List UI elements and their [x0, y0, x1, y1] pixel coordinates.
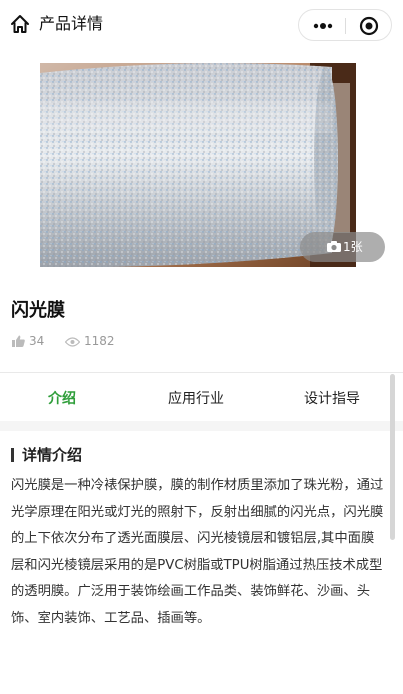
top-nav-bar: 产品详情 [0, 0, 403, 50]
scrollbar[interactable] [390, 374, 395, 540]
thumbs-up-icon [12, 335, 25, 347]
tab-design-guide[interactable]: 设计指导 [304, 389, 360, 409]
tab-industry[interactable]: 应用行业 [168, 389, 224, 409]
mini-program-capsule [298, 9, 392, 41]
tabs-divider [0, 372, 403, 373]
close-target-icon[interactable] [359, 16, 379, 36]
more-icon[interactable] [311, 18, 335, 34]
detail-description: 闪光膜是一种冷裱保护膜，膜的制作材质里添加了珠光粉，通过光学原理在阳光或灯光的照… [11, 478, 384, 626]
view-count: 1182 [84, 334, 115, 348]
product-title: 闪光膜 [11, 300, 65, 321]
photo-count: 1张 [343, 240, 363, 254]
camera-icon [327, 241, 341, 252]
like-count: 34 [29, 334, 45, 348]
eye-icon [64, 337, 81, 347]
section-separator [0, 421, 403, 431]
photo-count-badge[interactable]: 1张 [300, 232, 385, 262]
section-heading-marker [11, 448, 14, 462]
home-icon[interactable] [9, 13, 31, 35]
capsule-divider [345, 18, 346, 34]
page-title: 产品详情 [39, 14, 104, 33]
section-heading: 详情介绍 [22, 446, 83, 464]
view-stat: 1182 [64, 333, 115, 349]
tab-intro[interactable]: 介绍 [48, 389, 76, 409]
like-stat[interactable]: 34 [12, 333, 44, 349]
